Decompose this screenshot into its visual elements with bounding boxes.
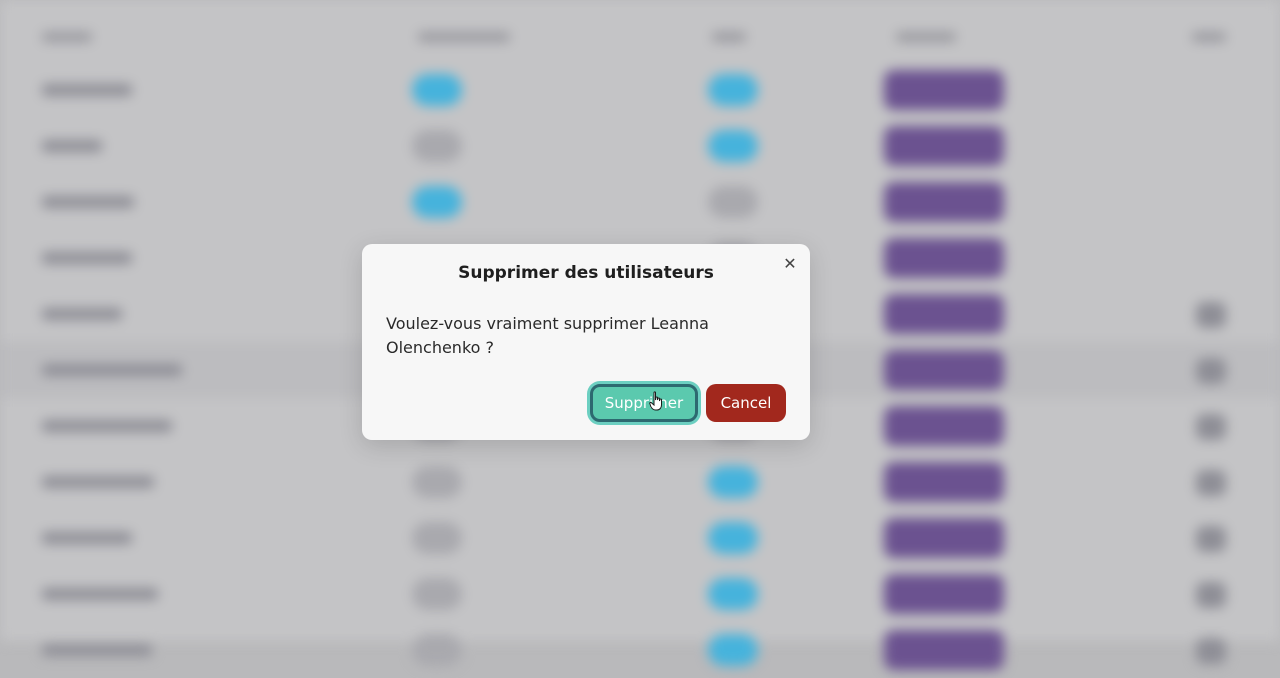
- table-row: [0, 62, 1280, 118]
- row-action-icon: [1196, 638, 1226, 664]
- user-name-cell: [42, 252, 132, 264]
- hand-cursor-icon: [649, 391, 662, 411]
- row-action-icon: [1196, 358, 1226, 384]
- role-badge: [884, 294, 1004, 334]
- row-action-icon: [1196, 414, 1226, 440]
- table-row: [0, 174, 1280, 230]
- row-action-icon: [1196, 526, 1226, 552]
- status-badge: [412, 130, 462, 162]
- role-badge: [884, 462, 1004, 502]
- row-action-icon: [1196, 302, 1226, 328]
- column-header: [712, 32, 746, 42]
- status-badge: [412, 466, 462, 498]
- status-badge: [412, 522, 462, 554]
- column-header: [1192, 32, 1226, 42]
- user-name-cell: [42, 140, 102, 152]
- user-name-cell: [42, 476, 154, 488]
- row-action-icon: [1196, 582, 1226, 608]
- row-action-icon: [1196, 470, 1226, 496]
- status-badge: [412, 74, 462, 106]
- status-badge: [708, 74, 758, 106]
- cancel-button[interactable]: Cancel: [706, 384, 786, 422]
- status-badge: [708, 522, 758, 554]
- role-badge: [884, 238, 1004, 278]
- role-badge: [884, 70, 1004, 110]
- status-badge: [412, 186, 462, 218]
- close-icon[interactable]: ✕: [780, 254, 800, 274]
- role-badge: [884, 126, 1004, 166]
- user-name-cell: [42, 196, 134, 208]
- user-name-cell: [42, 364, 182, 376]
- role-badge: [884, 182, 1004, 222]
- status-badge: [708, 186, 758, 218]
- user-name-cell: [42, 308, 122, 320]
- user-name-cell: [42, 644, 152, 656]
- confirm-delete-button[interactable]: Supprimer: [590, 384, 698, 422]
- dialog-title: Supprimer des utilisateurs: [458, 263, 714, 283]
- status-badge: [708, 466, 758, 498]
- user-name-cell: [42, 588, 158, 600]
- table-row: [0, 454, 1280, 510]
- table-row: [0, 622, 1280, 678]
- role-badge: [884, 350, 1004, 390]
- status-badge: [708, 130, 758, 162]
- status-badge: [412, 634, 462, 666]
- table-row: [0, 118, 1280, 174]
- status-badge: [412, 578, 462, 610]
- role-badge: [884, 630, 1004, 670]
- role-badge: [884, 406, 1004, 446]
- role-badge: [884, 518, 1004, 558]
- column-header: [896, 32, 956, 42]
- status-badge: [708, 578, 758, 610]
- table-row: [0, 510, 1280, 566]
- user-name-cell: [42, 84, 132, 96]
- role-badge: [884, 574, 1004, 614]
- column-header: [418, 32, 510, 42]
- status-badge: [708, 634, 758, 666]
- user-name-cell: [42, 420, 172, 432]
- table-header: [0, 18, 1280, 58]
- table-row: [0, 566, 1280, 622]
- dialog-message: Voulez-vous vraiment supprimer Leanna Ol…: [386, 314, 709, 357]
- delete-user-dialog: Supprimer des utilisateurs ✕ Voulez-vous…: [362, 244, 810, 440]
- column-header: [42, 32, 92, 42]
- user-name-cell: [42, 532, 132, 544]
